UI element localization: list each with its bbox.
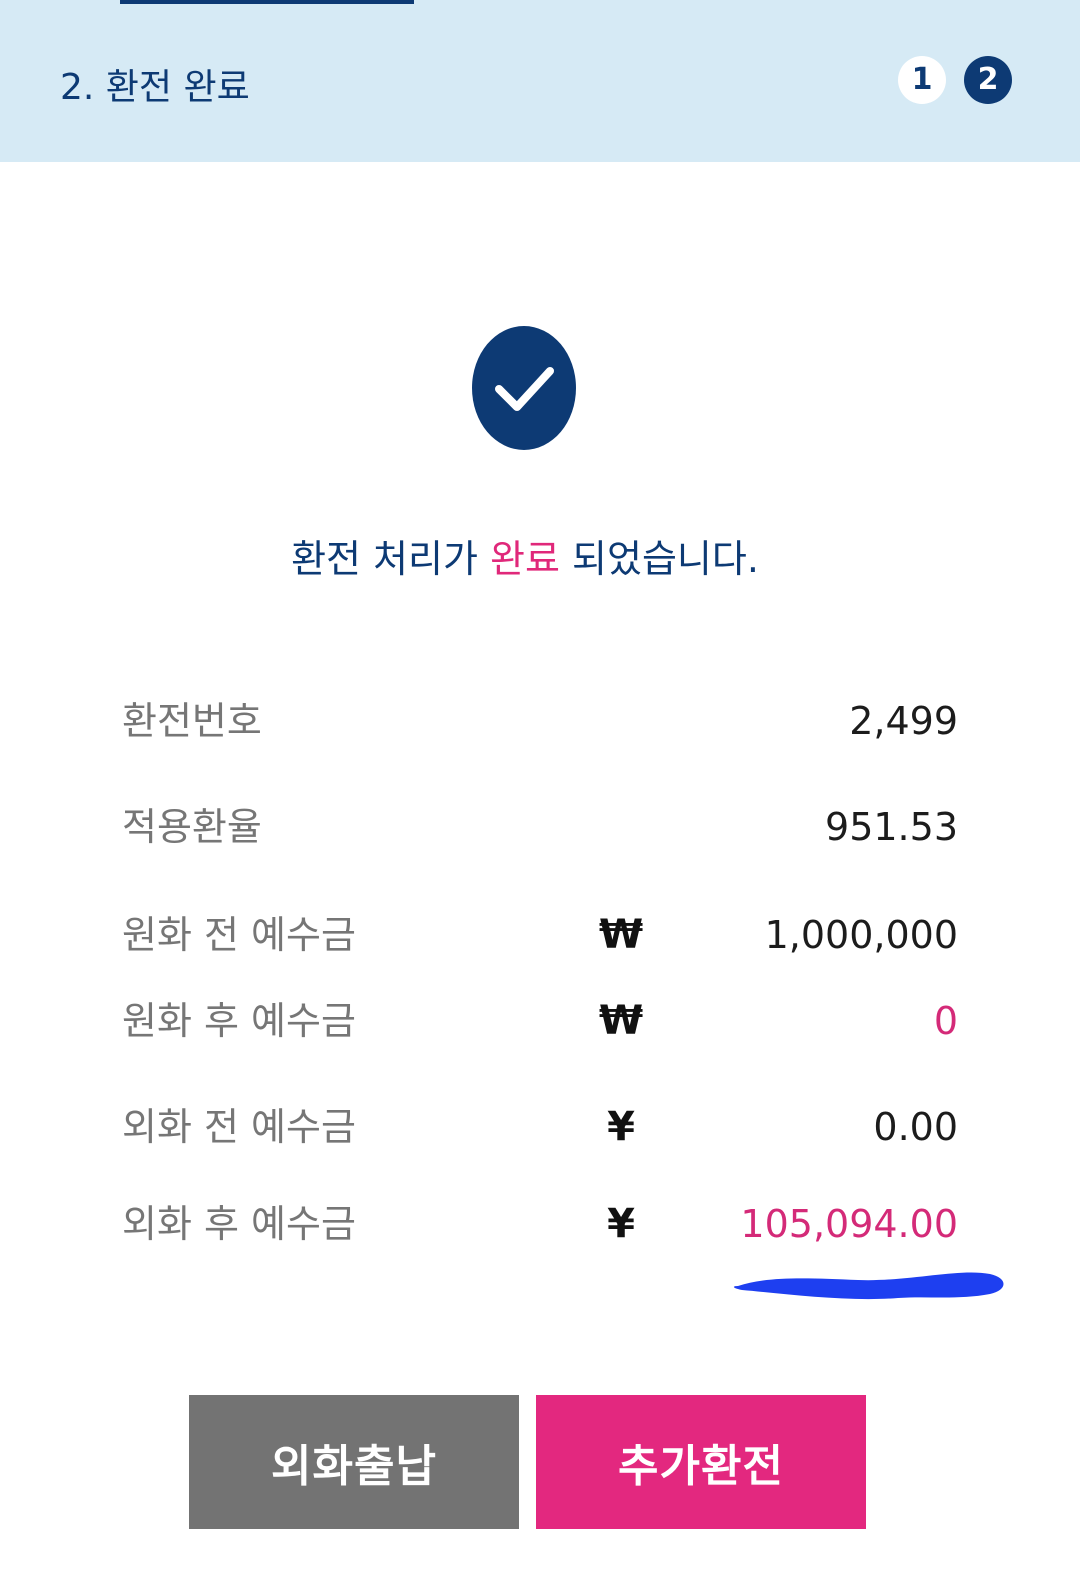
step-indicator-1: 1 [898, 56, 946, 104]
detail-value: 0 [933, 999, 958, 1043]
step-header: 2. 환전 완료 1 2 [0, 0, 1080, 162]
detail-label: 환전번호 [122, 699, 262, 743]
detail-label: 외화 후 예수금 [122, 1202, 356, 1246]
detail-value: 2,499 [849, 699, 958, 743]
tab-indicator [120, 0, 414, 4]
detail-value: 951.53 [825, 805, 958, 849]
detail-row-foreign-before: 외화 전 예수금 ¥ 0.00 [0, 1097, 1080, 1157]
completion-message-prefix: 환전 처리가 [291, 537, 491, 581]
detail-value: 1,000,000 [764, 913, 958, 957]
additional-exchange-button[interactable]: 추가환전 [536, 1395, 866, 1529]
detail-row-krw-after: 원화 후 예수금 ₩ 0 [0, 991, 1080, 1051]
won-currency-icon: ₩ [598, 912, 644, 958]
completion-message-highlight: 완료 [490, 537, 560, 581]
page-title: 2. 환전 완료 [60, 67, 250, 108]
foreign-deposit-withdraw-button[interactable]: 외화출납 [189, 1395, 519, 1529]
yen-currency-icon: ¥ [607, 1104, 635, 1150]
detail-row-krw-before: 원화 전 예수금 ₩ 1,000,000 [0, 905, 1080, 965]
completion-message: 환전 처리가 완료 되었습니다. [0, 528, 1050, 583]
detail-label: 적용환율 [122, 805, 262, 849]
detail-label: 외화 전 예수금 [122, 1105, 356, 1149]
detail-row-applied-rate: 적용환율 951.53 [0, 797, 1080, 857]
completion-message-suffix: 되었습니다. [559, 537, 759, 581]
detail-value: 0.00 [873, 1105, 958, 1149]
check-circle-icon [472, 326, 576, 450]
marker-underline-annotation [733, 1272, 1004, 1300]
exchange-complete-screen: 2. 환전 완료 1 2 환전 처리가 완료 되었습니다. 환전번호 2,499… [0, 0, 1080, 1587]
yen-currency-icon: ¥ [607, 1201, 635, 1247]
won-currency-icon: ₩ [598, 998, 644, 1044]
step-indicator-2-active: 2 [964, 56, 1012, 104]
detail-label: 원화 전 예수금 [122, 913, 356, 957]
detail-row-exchange-number: 환전번호 2,499 [0, 691, 1080, 751]
detail-row-foreign-after: 외화 후 예수금 ¥ 105,094.00 [0, 1194, 1080, 1254]
detail-value: 105,094.00 [740, 1202, 958, 1246]
detail-label: 원화 후 예수금 [122, 999, 356, 1043]
